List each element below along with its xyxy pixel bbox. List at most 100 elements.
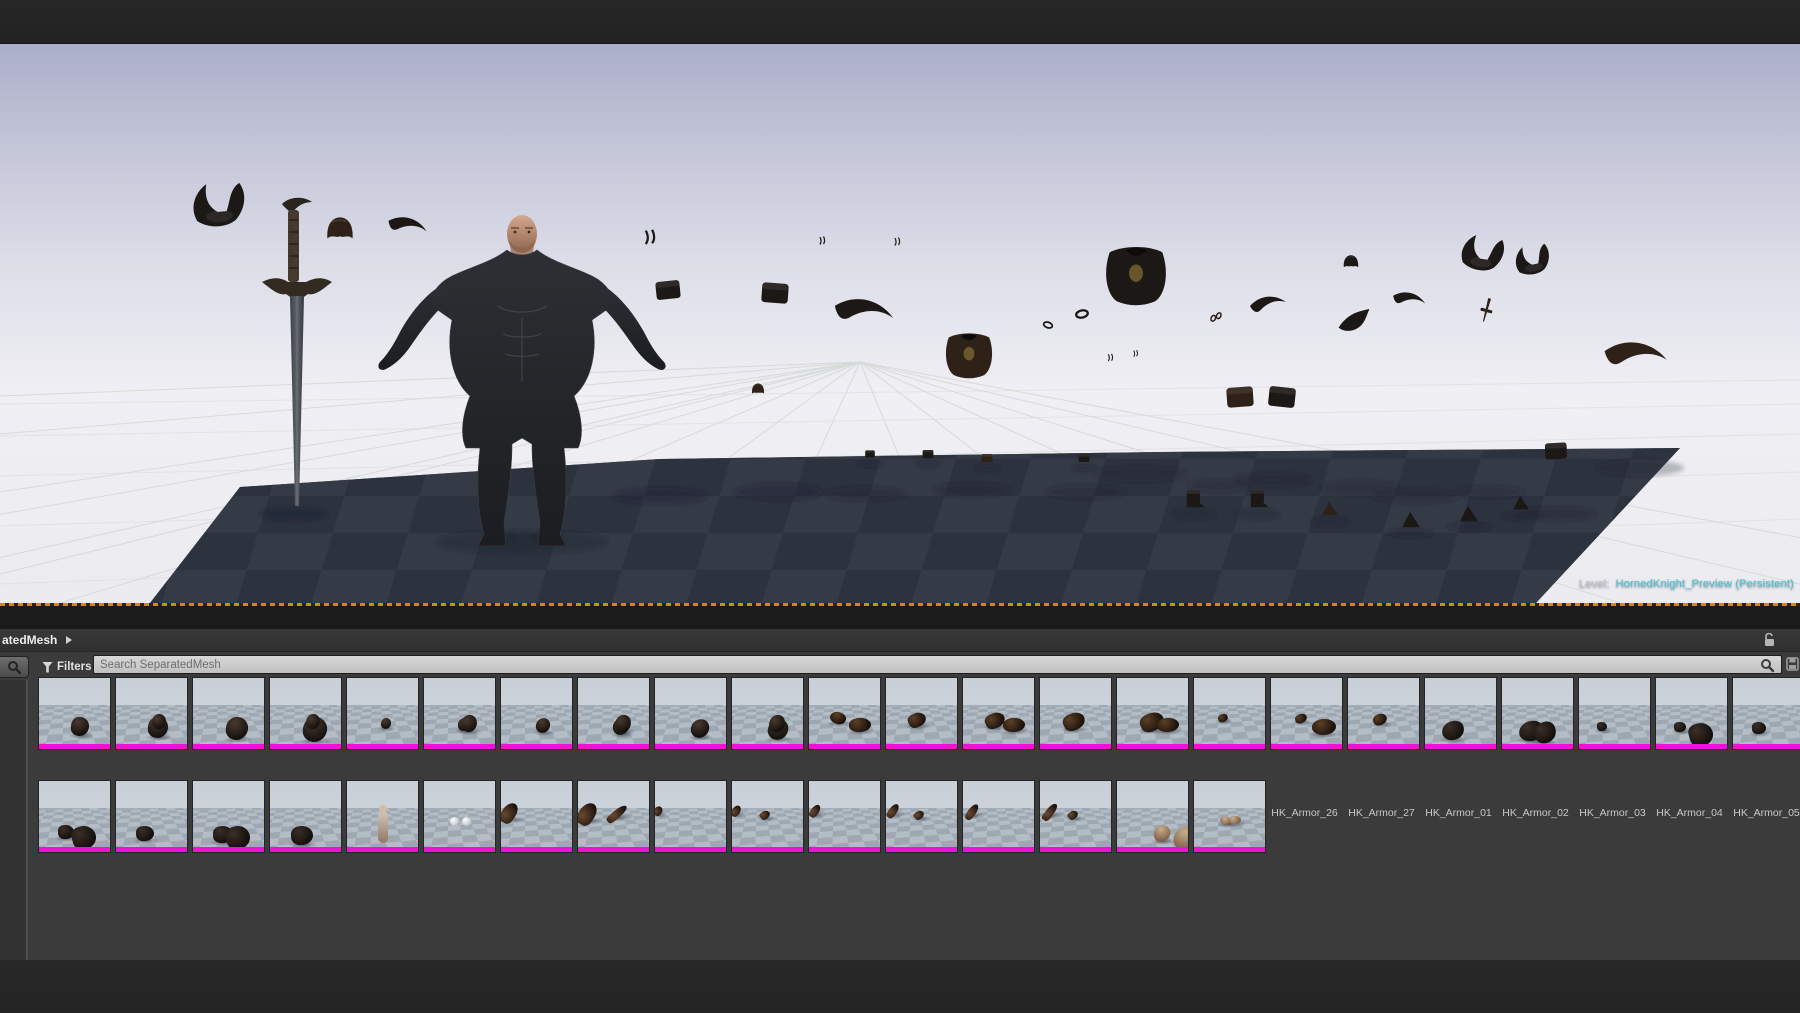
asset-tile[interactable]: HK_Teeth_bot (1112, 780, 1189, 853)
armor-piece-mesh[interactable] (819, 235, 826, 246)
asset-tile[interactable]: HK_Armor_02 (1497, 677, 1574, 819)
asset-tile[interactable]: HK_Armor_26 (1266, 677, 1343, 819)
asset-thumbnail[interactable] (38, 780, 111, 853)
armor-piece-mesh[interactable] (191, 181, 247, 229)
viewport-3d[interactable]: Level: HornedKnight_Preview (Persistent) (0, 44, 1800, 603)
asset-tile[interactable]: HK_Helmet_02 (573, 780, 650, 853)
asset-thumbnail[interactable] (1039, 780, 1112, 853)
lock-icon[interactable] (1763, 632, 1776, 653)
asset-tile[interactable]: HK_Armor_17 (573, 677, 650, 819)
asset-thumbnail[interactable] (500, 677, 573, 750)
asset-thumbnail[interactable] (1655, 677, 1728, 750)
save-search-icon[interactable] (1786, 657, 1799, 676)
asset-thumbnail[interactable] (577, 677, 650, 750)
asset-thumbnail[interactable] (269, 780, 342, 853)
asset-thumbnail[interactable] (1424, 677, 1497, 750)
asset-thumbnail[interactable] (115, 780, 188, 853)
asset-thumbnail[interactable] (1116, 780, 1189, 853)
asset-tile[interactable]: HK_Armor_24 (1112, 677, 1189, 819)
asset-tile[interactable]: HK_Helmet_07 (958, 780, 1035, 853)
asset-tile[interactable]: HK_Armor_15 (419, 677, 496, 819)
asset-thumbnail[interactable] (962, 780, 1035, 853)
asset-tile[interactable]: HK_Armor_04 (1651, 677, 1728, 819)
asset-thumbnail[interactable] (192, 780, 265, 853)
asset-thumbnail[interactable] (269, 677, 342, 750)
asset-tile[interactable]: HK_Armor_23 (1035, 677, 1112, 819)
asset-thumbnail[interactable] (346, 677, 419, 750)
asset-thumbnail[interactable] (500, 780, 573, 853)
armor-piece-mesh[interactable] (1391, 289, 1427, 309)
asset-thumbnail[interactable] (1578, 677, 1651, 750)
asset-tile[interactable]: HK_Helmet_01 (496, 780, 573, 853)
asset-tile[interactable]: HK_Helmet_05 (804, 780, 881, 853)
armor-piece-mesh[interactable] (1106, 247, 1166, 306)
asset-thumbnail[interactable] (808, 677, 881, 750)
armor-piece-mesh[interactable] (386, 213, 429, 238)
asset-tile[interactable]: HK_Armor_12 (188, 677, 265, 819)
asset-tile[interactable]: HK_Armor_07 (111, 780, 188, 853)
armor-piece-mesh[interactable] (1267, 385, 1297, 409)
asset-thumbnail[interactable] (654, 780, 727, 853)
armor-piece-mesh[interactable] (644, 228, 656, 246)
asset-thumbnail[interactable] (423, 780, 496, 853)
toggle-sources-panel-button[interactable] (0, 656, 29, 678)
breadcrumb[interactable]: atedMesh (2, 633, 57, 647)
asset-tile[interactable]: HK_Armor_14 (342, 677, 419, 819)
asset-thumbnail[interactable] (885, 780, 958, 853)
asset-thumbnail[interactable] (346, 780, 419, 853)
asset-thumbnail[interactable] (192, 677, 265, 750)
armor-piece-mesh[interactable] (1459, 233, 1506, 274)
asset-tile[interactable]: HK_Armor_11 (111, 677, 188, 819)
asset-thumbnail[interactable] (654, 677, 727, 750)
asset-thumbnail[interactable] (731, 780, 804, 853)
asset-tile[interactable]: HK_Armor_20 (804, 677, 881, 819)
armor-piece-mesh[interactable] (1209, 309, 1223, 325)
armor-piece-mesh[interactable] (655, 279, 681, 301)
asset-thumbnail[interactable] (1270, 677, 1343, 750)
asset-tile[interactable]: HK_Armor_25 (1189, 677, 1266, 819)
asset-tile[interactable]: HK_Armor_19 (727, 677, 804, 819)
asset-thumbnail[interactable] (1039, 677, 1112, 750)
armor-piece-mesh[interactable] (945, 333, 993, 379)
asset-thumbnail[interactable] (1193, 780, 1266, 853)
asset-tile[interactable]: HK_Helmet_04 (727, 780, 804, 853)
armor-piece-mesh[interactable] (981, 453, 993, 463)
asset-tile[interactable]: HK_Eyes (419, 780, 496, 853)
asset-tile[interactable]: HK_Armor_10 (34, 677, 111, 819)
asset-tile[interactable]: HK_Armor_09 (265, 780, 342, 853)
armor-piece-mesh[interactable] (922, 449, 934, 459)
asset-tile[interactable]: HK_Armor_21 (881, 677, 958, 819)
asset-thumbnail[interactable] (577, 780, 650, 853)
armor-piece-mesh[interactable] (761, 282, 789, 304)
asset-tile[interactable]: HK_Armor_16 (496, 677, 573, 819)
asset-tile[interactable]: HK_Armor_01 (1420, 677, 1497, 819)
asset-tile[interactable]: HK_Armor_06 (34, 780, 111, 853)
armor-piece-mesh[interactable] (865, 450, 875, 458)
asset-tile[interactable]: HK_Helmet_06 (881, 780, 958, 853)
asset-tile[interactable]: HK_Armor_27 (1343, 677, 1420, 819)
asset-thumbnail[interactable] (962, 677, 1035, 750)
armor-piece-mesh[interactable] (1133, 349, 1139, 358)
asset-tile[interactable]: HK_Helmet_03 (650, 780, 727, 853)
asset-tile[interactable]: HK_Armor_13 (265, 677, 342, 819)
breadcrumb-arrow-icon[interactable] (66, 636, 72, 644)
search-input[interactable] (100, 656, 1740, 673)
asset-tile[interactable]: HK_Armor_18 (650, 677, 727, 819)
asset-tile[interactable]: HK_Body_Head (342, 780, 419, 853)
asset-thumbnail[interactable] (1501, 677, 1574, 750)
armor-piece-mesh[interactable] (832, 294, 896, 328)
armor-piece-mesh[interactable] (1248, 294, 1287, 313)
armor-piece-mesh[interactable] (1226, 386, 1254, 408)
asset-tile[interactable]: HK_Armor_03 (1574, 677, 1651, 819)
armor-piece-mesh[interactable] (1477, 296, 1496, 324)
armor-piece-mesh[interactable] (1107, 353, 1114, 362)
asset-tile[interactable]: HK_Teeth_top (1189, 780, 1266, 853)
asset-thumbnail[interactable] (808, 780, 881, 853)
armor-piece-mesh[interactable] (1603, 339, 1669, 370)
asset-tile[interactable]: HK_Armor_08 (188, 780, 265, 853)
armor-piece-mesh[interactable] (1078, 453, 1090, 463)
sword-mesh[interactable] (262, 197, 332, 506)
asset-thumbnail[interactable] (115, 677, 188, 750)
armor-piece-mesh[interactable] (1338, 308, 1370, 331)
viewport-3d-scene[interactable] (0, 44, 1800, 603)
